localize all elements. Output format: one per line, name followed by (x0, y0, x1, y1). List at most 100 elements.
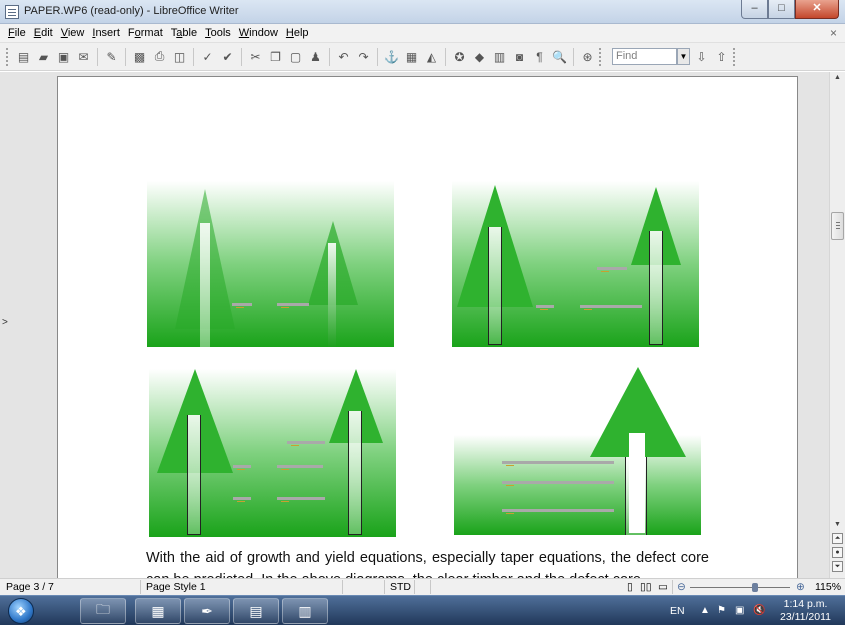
find-input[interactable]: Find (612, 48, 677, 65)
toolbar-grip[interactable] (599, 47, 603, 66)
paste-icon[interactable]: ▢ (287, 48, 304, 65)
export-pdf-icon[interactable]: ▩ (131, 48, 148, 65)
find-previous-icon[interactable]: ⇧ (713, 48, 730, 65)
draw-taskbar-button[interactable]: ✒ (184, 598, 230, 624)
menu-tools[interactable]: Tools (201, 27, 235, 39)
status-separator (140, 580, 141, 594)
hyperlink-icon[interactable]: ⚓ (383, 48, 400, 65)
explorer-taskbar-button[interactable]: 🗀 (80, 598, 126, 624)
scroll-up-icon[interactable]: ▲ (834, 74, 841, 81)
single-page-view-icon[interactable]: ▯ (627, 581, 633, 593)
gallery-icon[interactable]: ◆ (471, 48, 488, 65)
print-icon[interactable]: ⎙ (151, 48, 168, 65)
page-style[interactable]: Page Style 1 (146, 581, 206, 593)
menu-file[interactable]: File (4, 27, 30, 39)
scroll-thumb[interactable] (831, 212, 844, 240)
find-dropdown-button[interactable]: ▼ (677, 48, 690, 65)
menu-edit-mnemonic: E (33, 27, 42, 39)
minimize-button[interactable]: – (741, 0, 768, 19)
tree-trunk (200, 223, 210, 347)
status-separator (414, 580, 415, 594)
data-sources-icon[interactable]: ▥ (491, 48, 508, 65)
show-draw-functions-icon[interactable]: ◭ (423, 48, 440, 65)
toolbar-separator (125, 47, 126, 66)
page-indicator[interactable]: Page 3 / 7 (6, 581, 54, 593)
zoom-slider[interactable] (690, 587, 790, 588)
selection-mode[interactable]: STD (390, 581, 411, 593)
spellcheck-icon[interactable]: ✓ (199, 48, 216, 65)
clock-date: 23/11/2011 (780, 611, 831, 623)
close-button[interactable]: ✕ (795, 0, 839, 19)
language-indicator[interactable]: EN (670, 605, 685, 617)
menu-table[interactable]: Table (167, 27, 201, 39)
network-icon[interactable]: ▣ (735, 605, 744, 616)
edit-file-icon[interactable]: ✎ (103, 48, 120, 65)
close-document-button[interactable]: × (830, 26, 837, 40)
toolbar-separator (193, 47, 194, 66)
menu-edit-label: dit (41, 27, 53, 39)
save-icon[interactable]: ▣ (55, 48, 72, 65)
menu-window-mnemonic: W (238, 27, 250, 39)
menu-insert[interactable]: Insert (88, 27, 124, 39)
help-icon[interactable]: ⊛ (579, 48, 596, 65)
navigation-icon[interactable]: ● (832, 547, 843, 558)
zoom-slider-handle[interactable] (752, 583, 758, 592)
action-center-flag-icon[interactable]: ⚑ (717, 605, 726, 616)
maximize-button[interactable]: □ (768, 0, 795, 19)
body-paragraph[interactable]: With the aid of growth and yield equatio… (146, 547, 709, 578)
previous-page-icon[interactable]: ⏶ (832, 533, 843, 544)
menu-window-label: indow (249, 27, 278, 39)
tree-trunk (328, 243, 336, 347)
writer-taskbar-button[interactable]: ▤ (233, 598, 279, 624)
vertical-scrollbar[interactable]: ▲ ▼ ⏶ ● ⏷ (829, 72, 845, 578)
clock-time: 1:14 p.m. (783, 598, 828, 610)
zoom-in-icon[interactable]: ⊕ (796, 581, 805, 593)
zoom-level[interactable]: 115% (815, 581, 841, 593)
menu-help[interactable]: Help (282, 27, 313, 39)
new-document-icon[interactable]: ▤ (15, 48, 32, 65)
tree-trunk (348, 411, 362, 535)
cut-icon[interactable]: ✂ (247, 48, 264, 65)
find-next-icon[interactable]: ⇩ (693, 48, 710, 65)
formatting-marks-icon[interactable]: ¶ (531, 48, 548, 65)
system-tray: EN ▲ ⚑ ▣ 🔇 1:14 p.m. 23/11/2011 (645, 596, 845, 625)
menu-edit[interactable]: Edit (30, 27, 57, 39)
measure-line (277, 497, 325, 502)
menu-format[interactable]: Format (124, 27, 167, 39)
diagram-top-right (452, 181, 699, 347)
multi-page-view-icon[interactable]: ▯▯ (640, 581, 652, 593)
table-icon[interactable]: ▦ (403, 48, 420, 65)
menu-view[interactable]: View (57, 27, 89, 39)
redo-icon[interactable]: ↷ (355, 48, 372, 65)
open-icon[interactable]: ▰ (35, 48, 52, 65)
copy-icon[interactable]: ❐ (267, 48, 284, 65)
menu-tools-label: ools (210, 27, 231, 39)
start-button[interactable]: ❖ (8, 598, 34, 624)
spreadsheet-taskbar-button[interactable]: ▦ (135, 598, 181, 624)
document-page[interactable]: With the aid of growth and yield equatio… (57, 76, 798, 578)
document-area[interactable]: > With the aid of growth and yield equat… (0, 72, 829, 578)
toolbar-grip[interactable] (733, 47, 737, 66)
toolbar-grip[interactable] (6, 47, 10, 66)
nonprinting-characters-icon[interactable]: ◙ (511, 48, 528, 65)
menu-format-prefix: F (127, 27, 135, 39)
undo-icon[interactable]: ↶ (335, 48, 352, 65)
print-preview-icon[interactable]: ◫ (171, 48, 188, 65)
autospellcheck-icon[interactable]: ✔ (219, 48, 236, 65)
tree-trunk (187, 415, 201, 535)
taskbar: ❖ 🗀 ▦ ✒ ▤ ▥ EN ▲ ⚑ ▣ 🔇 1:14 p.m. 23/11/2… (0, 595, 845, 625)
book-view-icon[interactable]: ▭ (658, 581, 668, 593)
volume-muted-icon[interactable]: 🔇 (753, 605, 765, 616)
navigator-icon[interactable]: ✪ (451, 48, 468, 65)
document-taskbar-button[interactable]: ▥ (282, 598, 328, 624)
zoom-icon[interactable]: 🔍 (551, 48, 568, 65)
menu-window[interactable]: Window (235, 27, 282, 39)
email-icon[interactable]: ✉ (75, 48, 92, 65)
show-hidden-icons-icon[interactable]: ▲ (700, 605, 710, 616)
status-bar: Page 3 / 7 Page Style 1 STD ▯ ▯▯ ▭ ⊖ ⊕ 1… (0, 578, 845, 595)
zoom-out-icon[interactable]: ⊖ (677, 581, 686, 593)
clone-formatting-icon[interactable]: ♟ (307, 48, 324, 65)
scroll-down-icon[interactable]: ▼ (834, 521, 841, 528)
clock[interactable]: 1:14 p.m. 23/11/2011 (780, 598, 831, 624)
next-page-icon[interactable]: ⏷ (832, 561, 843, 572)
